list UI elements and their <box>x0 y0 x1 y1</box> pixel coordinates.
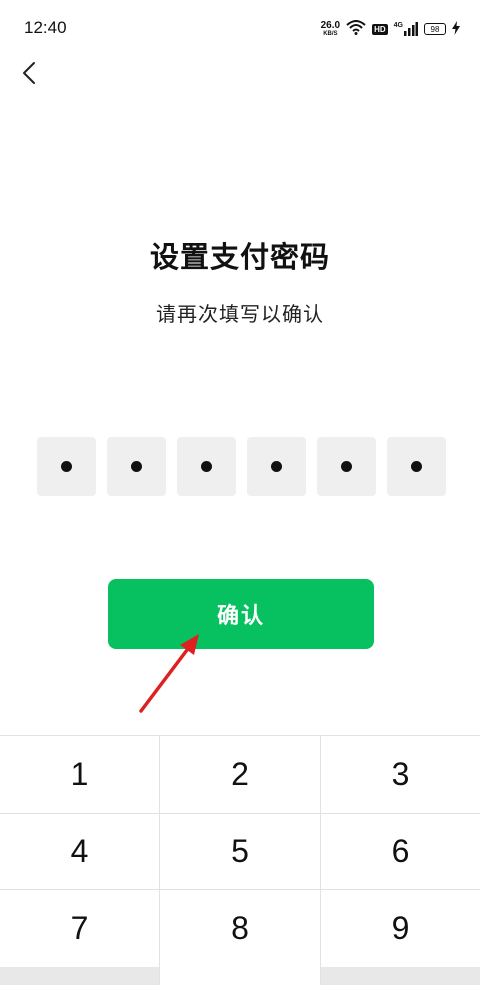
key-3[interactable]: 3 <box>321 736 480 813</box>
confirm-button[interactable]: 确认 <box>108 579 374 649</box>
status-icons: 26.0 KB/S HD 4G 98 <box>321 18 460 40</box>
page-title: 设置支付密码 <box>149 240 330 274</box>
battery-icon: 98 <box>424 23 446 35</box>
hd-badge: HD <box>372 23 388 35</box>
key-2[interactable]: 2 <box>160 736 320 813</box>
number-keypad: 1 2 3 4 5 6 7 8 9 <box>0 735 480 985</box>
key-5[interactable]: 5 <box>160 814 320 889</box>
pin-dot <box>411 461 422 472</box>
key-8[interactable]: 8 <box>160 890 320 966</box>
back-button[interactable] <box>14 58 44 92</box>
key-4[interactable]: 4 <box>0 814 159 889</box>
pin-box <box>177 437 236 496</box>
signal-icon: 4G <box>394 22 418 36</box>
key-1[interactable]: 1 <box>0 736 159 813</box>
pin-input[interactable] <box>37 437 446 496</box>
pin-box <box>247 437 306 496</box>
chevron-left-icon <box>22 61 36 89</box>
pin-dot <box>131 461 142 472</box>
key-6[interactable]: 6 <box>321 814 480 889</box>
charging-icon <box>452 20 460 39</box>
network-type: 4G <box>393 22 403 29</box>
battery-level: 98 <box>430 24 440 34</box>
status-time: 12:40 <box>24 18 67 37</box>
network-speed: 26.0 KB/S <box>320 20 341 38</box>
pin-dot <box>271 461 282 472</box>
pin-box <box>37 437 96 496</box>
pin-box <box>387 437 446 496</box>
network-speed-unit: KB/S <box>323 31 338 37</box>
network-speed-value: 26.0 <box>320 20 341 31</box>
pin-dot <box>61 461 72 472</box>
pin-box <box>107 437 166 496</box>
status-bar: 12:40 26.0 KB/S HD 4G 98 <box>0 0 480 56</box>
pin-box <box>317 437 376 496</box>
key-9[interactable]: 9 <box>321 890 480 966</box>
key-delete[interactable] <box>321 967 480 985</box>
key-blank <box>0 967 159 985</box>
pin-dot <box>341 461 352 472</box>
page-subtitle: 请再次填写以确认 <box>156 302 324 326</box>
wifi-icon <box>346 19 366 39</box>
pin-dot <box>201 461 212 472</box>
key-7[interactable]: 7 <box>0 890 159 966</box>
